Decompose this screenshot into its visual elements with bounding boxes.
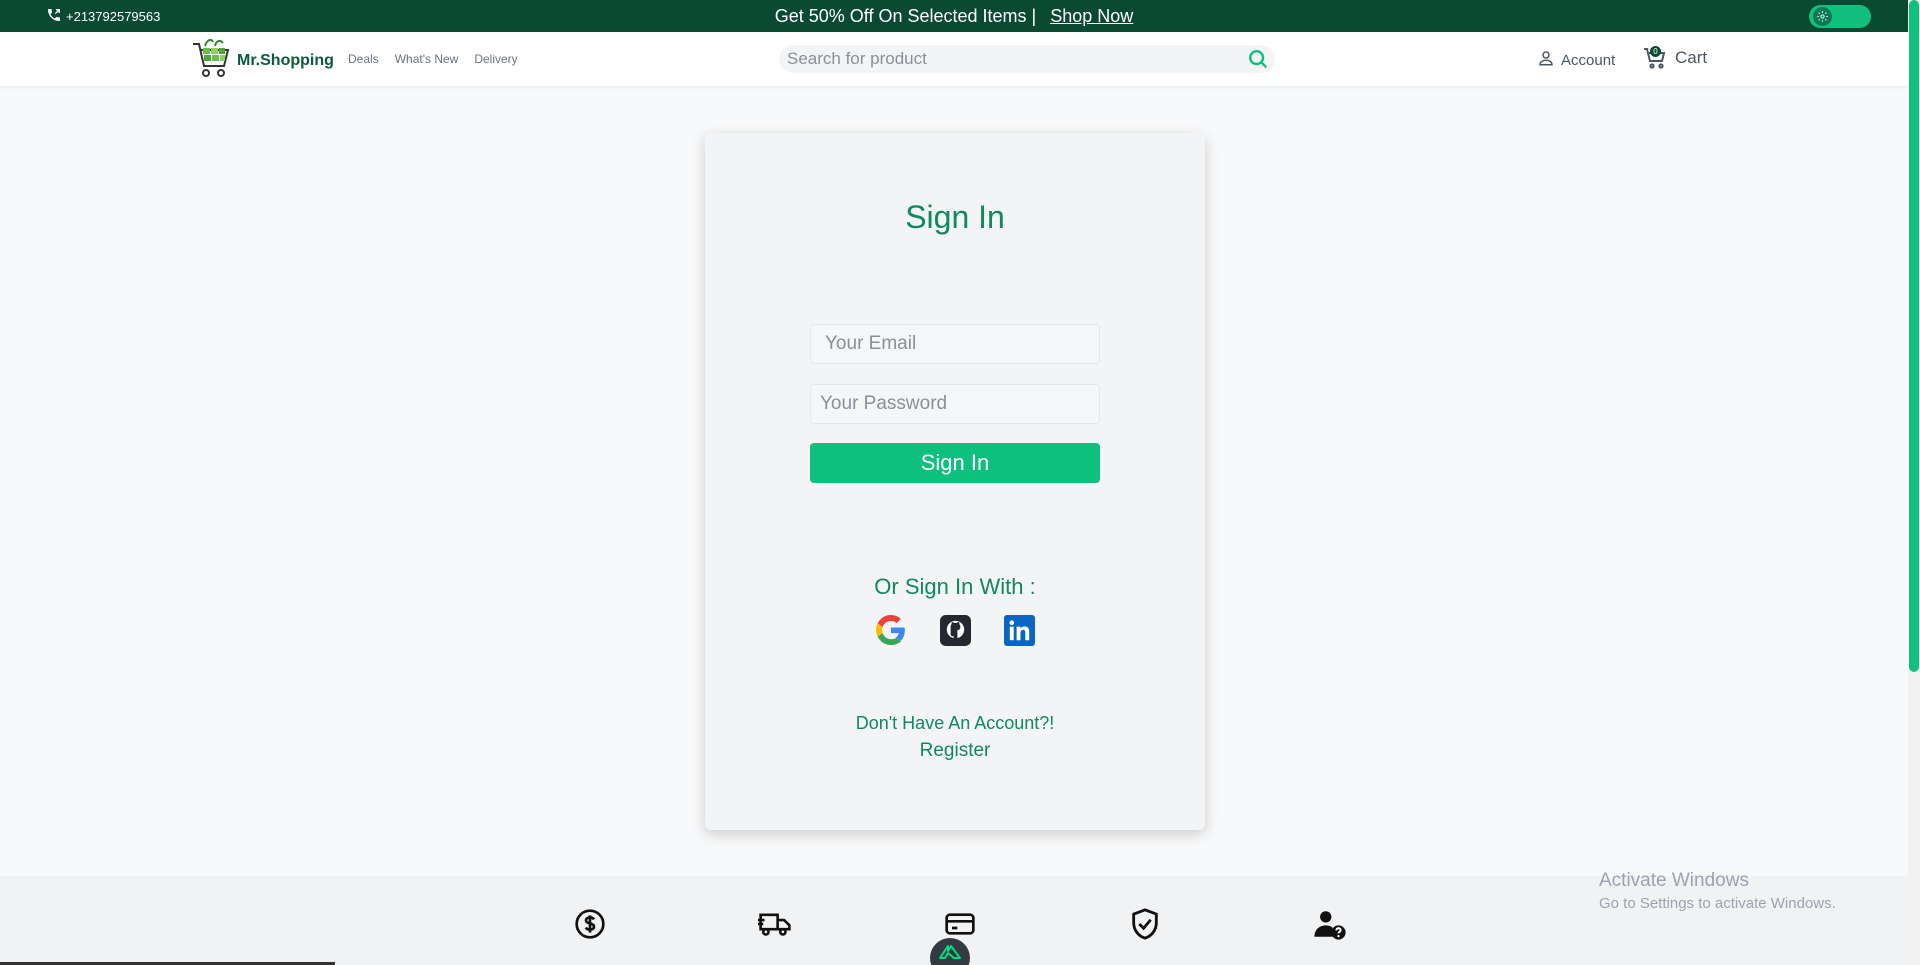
cart-icon: 0: [1643, 46, 1667, 70]
phone-number: +213792579563: [66, 8, 161, 24]
email-field[interactable]: [810, 324, 1100, 364]
credit-card-icon: [943, 907, 977, 941]
shield-check-icon: [1128, 907, 1162, 941]
user-icon: [1537, 49, 1555, 71]
nav-deals[interactable]: Deals: [348, 52, 379, 66]
github-icon[interactable]: [939, 614, 971, 646]
nav-delivery[interactable]: Delivery: [474, 52, 517, 66]
shopping-cart-logo-icon: [191, 36, 231, 85]
signin-title: Sign In: [905, 199, 1005, 235]
google-icon[interactable]: [875, 614, 907, 646]
phone-icon: [46, 7, 62, 26]
account-link[interactable]: Account: [1537, 49, 1615, 71]
search-bar: [779, 45, 1275, 73]
signin-button[interactable]: Sign In: [810, 443, 1100, 483]
activate-subtitle: Go to Settings to activate Windows.: [1599, 895, 1836, 912]
main-nav: Deals What's New Delivery: [348, 52, 518, 66]
gear-icon: [1813, 7, 1832, 26]
phone-contact[interactable]: +213792579563: [46, 0, 160, 32]
nav-whats-new[interactable]: What's New: [395, 52, 459, 66]
windows-activation-watermark: Activate Windows Go to Settings to activ…: [1599, 870, 1836, 912]
logo[interactable]: Mr.Shopping: [191, 36, 334, 85]
signin-card: Sign In Sign In Or Sign In With :: [705, 133, 1205, 830]
account-label: Account: [1561, 51, 1616, 69]
promo-message: Get 50% Off On Selected Items | Shop Now: [0, 0, 1908, 32]
activate-title: Activate Windows: [1599, 870, 1749, 891]
search-input[interactable]: [787, 49, 1227, 69]
linkedin-icon[interactable]: [1003, 614, 1035, 646]
no-account-text: Don't Have An Account?!: [855, 713, 1055, 733]
logo-text: Mr.Shopping: [237, 51, 334, 69]
register-link[interactable]: Register: [705, 740, 1205, 762]
cart-link[interactable]: 0 Cart: [1643, 46, 1707, 70]
cart-label: Cart: [1675, 48, 1708, 67]
scrollbar-thumb[interactable]: [1909, 0, 1919, 672]
site-header: Mr.Shopping Deals What's New Delivery Ac…: [0, 32, 1908, 86]
theme-toggle[interactable]: [1809, 5, 1871, 28]
social-login-group: [875, 614, 1035, 646]
cart-count-badge: 0: [1650, 46, 1661, 57]
promo-text: Get 50% Off On Selected Items |: [774, 5, 1037, 26]
password-field[interactable]: [810, 384, 1100, 424]
user-help-icon: [1313, 907, 1347, 941]
promo-bar: +213792579563 Get 50% Off On Selected It…: [0, 0, 1908, 32]
nuxt-devtools-icon[interactable]: [930, 938, 970, 965]
or-signin-with-label: Or Sign In With :: [874, 574, 1036, 599]
shop-now-link[interactable]: Shop Now: [1050, 6, 1133, 27]
search-icon[interactable]: [1247, 48, 1269, 75]
dollar-icon: [573, 907, 607, 941]
truck-icon: [758, 907, 792, 941]
